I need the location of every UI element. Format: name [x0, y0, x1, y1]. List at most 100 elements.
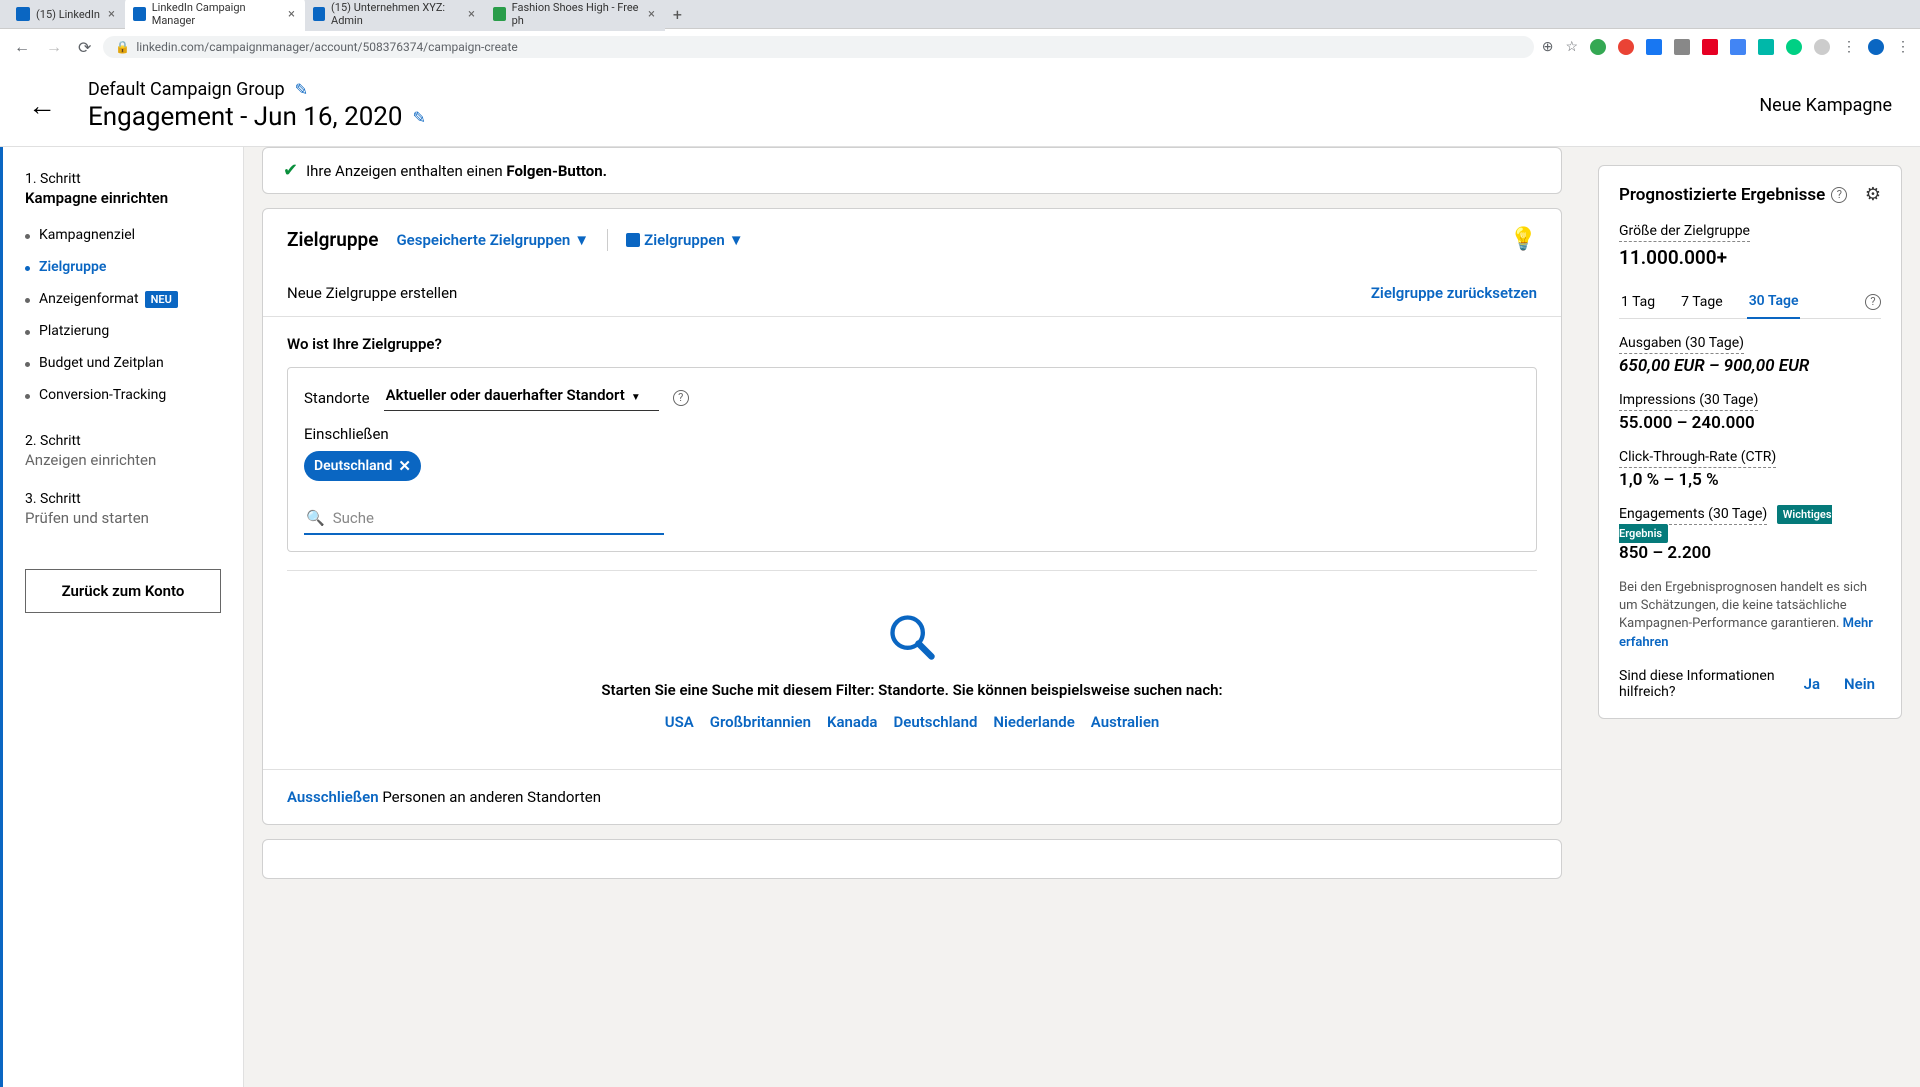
audience-size-label: Größe der Zielgruppe — [1619, 223, 1750, 242]
avatar-icon[interactable] — [1868, 39, 1884, 55]
search-suggestions-panel: Starten Sie eine Suche mit diesem Filter… — [287, 570, 1537, 751]
star-icon[interactable]: ☆ — [1565, 39, 1578, 55]
sidebar-item-goal[interactable]: Kampagnenziel — [25, 219, 221, 251]
tab-title: LinkedIn Campaign Manager — [152, 1, 280, 27]
engagements-label: Engagements (30 Tage) — [1619, 506, 1767, 525]
extension-icon[interactable] — [1758, 39, 1774, 55]
feedback-yes-button[interactable]: Ja — [1798, 671, 1826, 697]
include-label: Einschließen — [304, 425, 1520, 443]
sidebar-item-format[interactable]: AnzeigenformatNEU — [25, 283, 221, 315]
gear-icon[interactable]: ⚙ — [1865, 184, 1881, 205]
feedback-question: Sind diese Informationen hilfreich? — [1619, 668, 1786, 700]
close-icon[interactable]: × — [466, 7, 477, 22]
close-icon[interactable]: × — [286, 7, 297, 22]
campaign-title: Engagement - Jun 16, 2020 ✎ — [88, 102, 1759, 132]
back-icon[interactable]: ← — [10, 35, 34, 59]
back-button[interactable]: ← — [28, 89, 56, 122]
help-icon[interactable]: ? — [1865, 294, 1881, 310]
campaign-status: Neue Kampagne — [1759, 95, 1892, 116]
edit-icon[interactable]: ✎ — [295, 80, 308, 99]
suggestion-link[interactable]: Kanada — [827, 713, 878, 731]
extension-icon[interactable] — [1590, 39, 1606, 55]
extension-icon[interactable] — [1702, 39, 1718, 55]
url-text: linkedin.com/campaignmanager/account/508… — [136, 40, 517, 54]
edit-icon[interactable]: ✎ — [413, 108, 426, 127]
back-to-account-button[interactable]: Zurück zum Konto — [25, 569, 221, 613]
main-content: ✔ Ihre Anzeigen enthalten einen Folgen-B… — [244, 147, 1580, 1087]
tab-title: Fashion Shoes High - Free ph — [512, 1, 640, 27]
impressions-value: 55.000 – 240.000 — [1619, 413, 1881, 433]
help-icon[interactable]: ? — [1831, 187, 1847, 203]
tab-30-days[interactable]: 30 Tage — [1747, 285, 1801, 319]
step-label: 2. Schritt — [25, 433, 221, 449]
help-icon[interactable]: ? — [673, 390, 689, 406]
impressions-label: Impressions (30 Tage) — [1619, 392, 1758, 411]
zoom-icon[interactable]: ⊕ — [1542, 39, 1554, 55]
exclude-link[interactable]: Ausschließen — [287, 788, 379, 806]
menu-icon[interactable]: ⋮ — [1842, 39, 1856, 55]
info-banner-card: ✔ Ihre Anzeigen enthalten einen Folgen-B… — [262, 147, 1562, 194]
extension-icon[interactable] — [1618, 39, 1634, 55]
search-icon: 🔍 — [306, 509, 325, 527]
browser-tab[interactable]: (15) LinkedIn× — [8, 3, 125, 26]
suggestion-link[interactable]: Niederlande — [993, 713, 1074, 731]
url-input[interactable]: 🔒 linkedin.com/campaignmanager/account/5… — [103, 36, 1533, 58]
audiences-dropdown[interactable]: Zielgruppen▼ — [626, 231, 743, 249]
browser-tab[interactable]: Fashion Shoes High - Free ph × — [485, 0, 665, 31]
reload-icon[interactable]: ⟳ — [74, 36, 95, 59]
extension-icon[interactable] — [1786, 39, 1802, 55]
lightbulb-icon[interactable]: 💡 — [1510, 227, 1537, 252]
search-input[interactable] — [333, 509, 662, 527]
forecast-panel: Prognostizierte Ergebnisse ? ⚙ Größe der… — [1580, 147, 1920, 1087]
sidebar-item-conversion[interactable]: Conversion-Tracking — [25, 379, 221, 411]
feedback-no-button[interactable]: Nein — [1838, 671, 1881, 697]
card-title: Zielgruppe — [287, 228, 378, 251]
extension-icon[interactable] — [1674, 39, 1690, 55]
app-header: ← Default Campaign Group ✎ Engagement - … — [0, 65, 1920, 147]
step-label: 1. Schritt — [25, 171, 221, 187]
suggestion-link[interactable]: USA — [665, 713, 694, 731]
ctr-label: Click-Through-Rate (CTR) — [1619, 449, 1776, 468]
audience-size-value: 11.000.000+ — [1619, 246, 1881, 269]
location-type-select[interactable]: Aktueller oder dauerhafter Standort — [384, 384, 659, 411]
location-chip: Deutschland ✕ — [304, 451, 421, 481]
location-question: Wo ist Ihre Zielgruppe? — [287, 335, 1537, 353]
extension-icon[interactable] — [1730, 39, 1746, 55]
next-card — [262, 839, 1562, 879]
tab-7-days[interactable]: 7 Tage — [1679, 286, 1725, 318]
search-hint: Starten Sie eine Suche mit diesem Filter… — [307, 681, 1517, 699]
sidebar-item-audience[interactable]: Zielgruppe — [25, 251, 221, 283]
new-tab-button[interactable]: + — [665, 1, 690, 28]
close-icon[interactable]: × — [646, 7, 657, 22]
extension-icon[interactable] — [1646, 39, 1662, 55]
extension-icons: ⊕ ☆ ⋮ ⋮ — [1542, 39, 1910, 55]
campaign-group-title: Default Campaign Group ✎ — [88, 79, 1759, 100]
suggestion-link[interactable]: Großbritannien — [710, 713, 811, 731]
browser-chrome: (15) LinkedIn× LinkedIn Campaign Manager… — [0, 0, 1920, 65]
step-title: Kampagne einrichten — [25, 189, 221, 207]
engagements-value: 850 – 2.200 — [1619, 543, 1881, 563]
location-search[interactable]: 🔍 — [304, 503, 664, 535]
exclude-text: Personen an anderen Standorten — [379, 788, 601, 806]
browser-menu-icon[interactable]: ⋮ — [1896, 39, 1910, 55]
browser-tab[interactable]: LinkedIn Campaign Manager × — [125, 0, 305, 31]
step-title: Prüfen und starten — [25, 509, 221, 527]
audience-card: Zielgruppe Gespeicherte Zielgruppen▼ Zie… — [262, 208, 1562, 825]
suggestion-link[interactable]: Deutschland — [893, 713, 977, 731]
suggestion-link[interactable]: Australien — [1091, 713, 1160, 731]
extension-icon[interactable] — [1814, 39, 1830, 55]
sidebar-item-placement[interactable]: Platzierung — [25, 315, 221, 347]
browser-tab[interactable]: (15) Unternehmen XYZ: Admin× — [305, 0, 485, 31]
reset-audience-link[interactable]: Zielgruppe zurücksetzen — [1371, 284, 1537, 302]
location-box: Standorte Aktueller oder dauerhafter Sta… — [287, 367, 1537, 552]
chevron-down-icon: ▼ — [729, 231, 744, 249]
create-audience-label: Neue Zielgruppe erstellen — [287, 284, 457, 302]
sidebar-item-budget[interactable]: Budget und Zeitplan — [25, 347, 221, 379]
remove-chip-icon[interactable]: ✕ — [398, 457, 411, 475]
tab-1-day[interactable]: 1 Tag — [1619, 286, 1657, 318]
saved-audiences-dropdown[interactable]: Gespeicherte Zielgruppen▼ — [396, 231, 589, 249]
new-badge: NEU — [145, 291, 178, 308]
close-icon[interactable]: × — [106, 7, 117, 22]
forecast-disclaimer: Bei den Ergebnisprognosen handelt es sic… — [1619, 579, 1881, 652]
exclude-row: Ausschließen Personen an anderen Standor… — [263, 770, 1561, 824]
